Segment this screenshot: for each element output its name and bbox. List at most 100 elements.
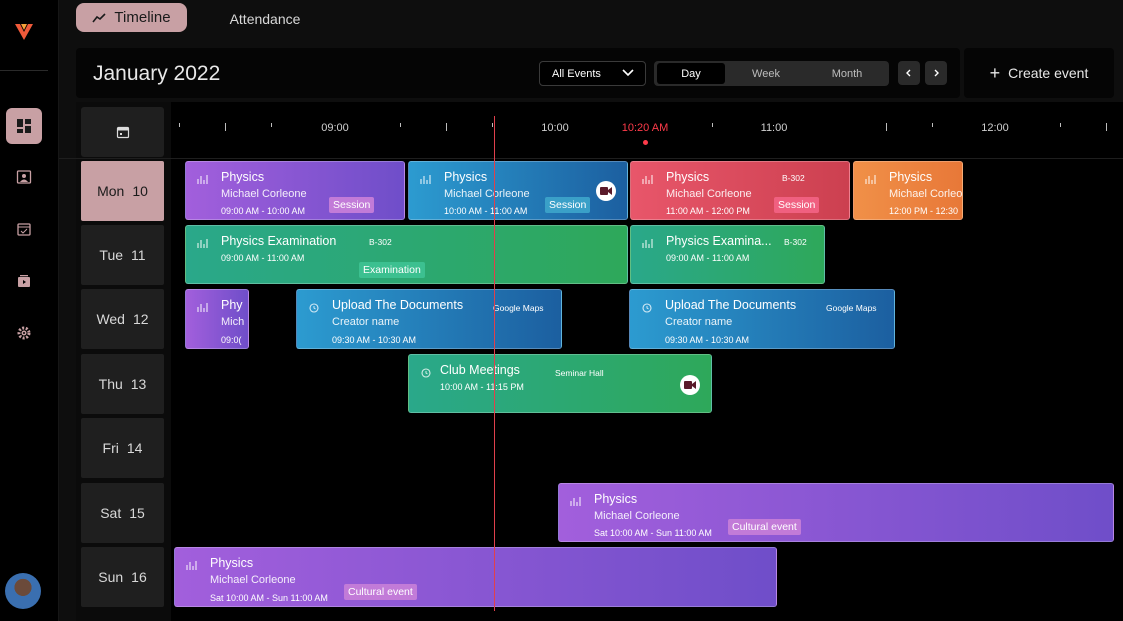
day-row-tue[interactable]: Tue 11 — [81, 225, 164, 285]
event-time: 09:00 AM - 11:00 AM — [221, 253, 305, 263]
current-time-dot — [643, 140, 648, 145]
event-card[interactable]: Physics Michael Corleone 11:00 AM - 12:0… — [630, 161, 850, 220]
view-week-button[interactable]: Week — [732, 63, 800, 84]
event-card[interactable]: Physics Michael Corleone 10:00 AM - 11:0… — [408, 161, 628, 220]
page-title: January 2022 — [93, 62, 221, 85]
alarm-icon — [309, 303, 319, 313]
view-day-button[interactable]: Day — [657, 63, 725, 84]
event-card[interactable]: Upload The Documents Creator name 09:30 … — [629, 289, 895, 349]
left-rail — [0, 0, 59, 621]
day-row-sun[interactable]: Sun 16 — [81, 547, 164, 607]
chart-icon — [197, 175, 208, 184]
tick — [400, 123, 401, 127]
event-time: Sat 10:00 AM - Sun 11:00 AM — [594, 528, 712, 538]
video-library-icon — [18, 275, 30, 287]
event-card[interactable]: Physics Michael Corleone Sat 10:00 AM - … — [174, 547, 777, 607]
users-nav-button[interactable] — [6, 159, 42, 195]
event-room: B-302 — [784, 237, 807, 247]
calendar-icon — [116, 126, 129, 139]
day-name: Sat — [100, 505, 122, 521]
day-name: Mon — [97, 183, 125, 199]
event-subtitle: Michael Corleone — [594, 510, 680, 522]
event-title: Physics Examination — [221, 234, 337, 248]
calendar-picker-button[interactable] — [81, 107, 164, 157]
event-card[interactable]: Club Meetings Seminar Hall 10:00 AM - 11… — [408, 354, 712, 413]
avatar[interactable] — [5, 573, 41, 609]
tick — [446, 123, 447, 131]
day-number: 10 — [132, 183, 148, 199]
day-row-mon[interactable]: Mon 10 — [81, 161, 164, 221]
event-card[interactable]: Physics Michael Corleo 12:00 PM - 12:30 — [853, 161, 963, 220]
event-badge: Session — [545, 197, 591, 213]
event-time: 09:30 AM - 10:30 AM — [332, 335, 417, 345]
dashboard-icon — [17, 119, 31, 133]
chart-icon — [642, 175, 653, 184]
dashboard-nav-button[interactable] — [6, 108, 42, 144]
event-subtitle: Michael Corleone — [210, 574, 296, 586]
event-badge: Session — [774, 197, 820, 213]
media-nav-button[interactable] — [6, 263, 42, 299]
day-row-sat[interactable]: Sat 15 — [81, 483, 164, 543]
event-time: 10:00 AM - 11:00 AM — [444, 206, 528, 216]
event-card[interactable]: Upload The Documents Creator name 09:30 … — [296, 289, 562, 349]
day-number: 11 — [131, 247, 146, 263]
calendar-nav-button[interactable] — [6, 211, 42, 247]
chevron-left-icon — [906, 69, 911, 77]
day-row-thu[interactable]: Thu 13 — [81, 354, 164, 414]
event-subtitle: Creator name — [332, 316, 400, 328]
view-month-button[interactable]: Month — [813, 63, 881, 84]
event-title: Physics — [889, 170, 933, 184]
next-button[interactable] — [925, 61, 947, 85]
event-badge: Cultural event — [728, 519, 801, 535]
chart-icon — [186, 561, 197, 570]
event-time: 12:00 PM - 12:30 — [889, 206, 959, 216]
tab-timeline-label: Timeline — [114, 9, 171, 26]
create-event-label: Create event — [1008, 65, 1089, 81]
users-icon — [16, 170, 32, 184]
time-label: 10:00 — [541, 122, 569, 134]
event-card[interactable]: Phy Mich 09:0( — [185, 289, 249, 349]
calendar-icon — [17, 223, 31, 236]
create-event-button[interactable]: + Create event — [964, 48, 1114, 98]
brand-logo-icon[interactable] — [12, 20, 36, 44]
plus-icon: + — [989, 63, 1001, 83]
video-call-button[interactable] — [680, 375, 700, 395]
event-card[interactable]: Physics Michael Corleone 09:00 AM - 10:0… — [185, 161, 405, 220]
event-subtitle: Michael Corleone — [666, 188, 752, 200]
day-name: Sun — [98, 569, 124, 585]
event-title: Physics — [594, 492, 638, 506]
event-location: Seminar Hall — [555, 368, 604, 378]
tick — [179, 123, 180, 127]
tab-attendance[interactable]: Attendance — [214, 6, 316, 32]
event-subtitle: Creator name — [665, 316, 733, 328]
day-row-fri[interactable]: Fri 14 — [81, 418, 164, 478]
event-title: Upload The Documents — [665, 298, 797, 312]
tick — [1106, 123, 1107, 131]
rail-divider — [0, 70, 48, 71]
settings-nav-button[interactable] — [6, 315, 42, 351]
chart-icon — [642, 239, 653, 248]
view-switcher: Day Week Month — [654, 61, 889, 86]
tab-timeline[interactable]: Timeline — [76, 3, 187, 32]
prev-button[interactable] — [898, 61, 920, 85]
event-card[interactable]: Physics Examina... B-302 09:00 AM - 11:0… — [630, 225, 825, 284]
event-subtitle: Mich — [221, 316, 245, 328]
event-room: B-302 — [369, 237, 392, 247]
event-location: Google Maps — [493, 303, 544, 313]
event-time: 10:00 AM - 11:15 PM — [440, 382, 524, 392]
day-row-wed[interactable]: Wed 12 — [81, 289, 164, 349]
event-filter-select[interactable]: All Events — [539, 61, 646, 86]
tick — [492, 123, 493, 127]
event-time: 09:0( — [221, 335, 242, 345]
current-time-line — [494, 116, 495, 611]
day-number: 15 — [129, 505, 145, 521]
event-card[interactable]: Physics Examination B-302 09:00 AM - 11:… — [185, 225, 628, 284]
tick — [225, 123, 226, 131]
time-label: 09:00 — [321, 122, 349, 134]
tick — [1060, 123, 1061, 127]
trend-icon — [92, 12, 106, 22]
video-call-button[interactable] — [596, 181, 616, 201]
event-card[interactable]: Physics Michael Corleone Sat 10:00 AM - … — [558, 483, 1114, 542]
day-number: 13 — [130, 376, 147, 392]
event-filter-value: All Events — [552, 67, 601, 80]
